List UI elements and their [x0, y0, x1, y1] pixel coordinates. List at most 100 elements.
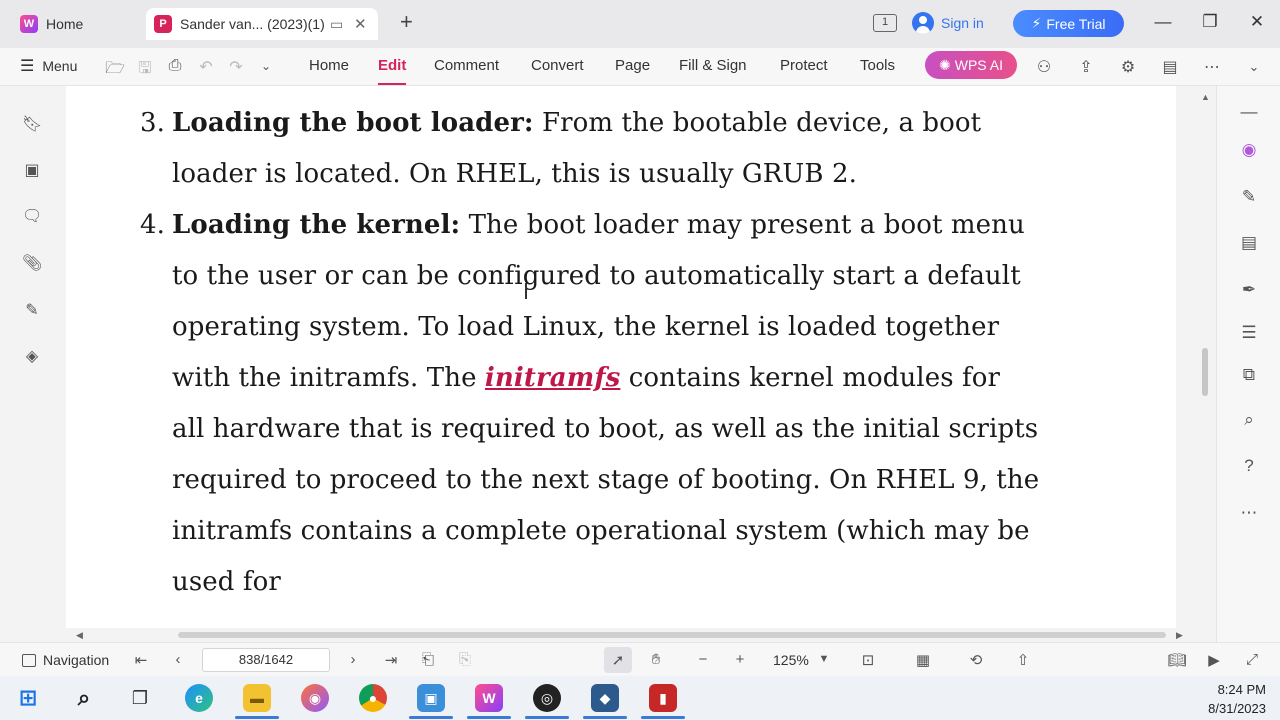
help-icon[interactable]: ?	[1238, 456, 1260, 478]
fullscreen-icon[interactable]: ⤢	[1241, 651, 1263, 668]
scroll-up-icon[interactable]: ▲	[1201, 92, 1210, 102]
new-tab-icon[interactable]: +	[400, 11, 413, 33]
document-text: 3. Loading the boot loader: From the boo…	[140, 98, 1040, 608]
free-trial-button[interactable]: ⚡ Free Trial	[1013, 10, 1124, 37]
tab-comment[interactable]: Comment	[434, 57, 499, 74]
undo-icon[interactable]: ↶	[196, 57, 216, 77]
first-page-icon[interactable]: ⇤	[130, 651, 152, 669]
putty-terminal-icon[interactable]: ▮	[649, 684, 677, 712]
tab-fill-sign[interactable]: Fill & Sign	[679, 57, 747, 74]
windows-start-icon[interactable]: ⊞	[14, 684, 42, 712]
pen-sign-icon[interactable]: ✒	[1238, 280, 1260, 302]
hand-tool-icon[interactable]: ✋︎	[645, 651, 667, 668]
document-viewport[interactable]: 3. Loading the boot loader: From the boo…	[66, 86, 1194, 628]
previous-page-icon[interactable]: ‹	[167, 651, 189, 668]
chevron-down-icon[interactable]: ⌄	[256, 59, 276, 73]
remote-desktop-icon[interactable]: ▣	[417, 684, 445, 712]
minimize-icon[interactable]: —	[1151, 12, 1175, 32]
zoom-in-icon[interactable]: +	[729, 651, 751, 668]
tab-home-label: Home	[46, 16, 84, 32]
account-share-icon[interactable]: ⚇	[1034, 57, 1054, 77]
comment-bubble-icon[interactable]: ▤	[1160, 57, 1180, 77]
tab-page[interactable]: Page	[615, 57, 650, 74]
play-icon[interactable]: ▶	[1203, 651, 1225, 669]
sign-in-button[interactable]: Sign in	[912, 12, 984, 34]
navigation-toggle[interactable]: Navigation	[22, 652, 109, 668]
user-avatar-icon	[912, 12, 934, 34]
edge-browser-icon[interactable]: e	[185, 684, 213, 712]
file-explorer-icon[interactable]: ▬	[243, 684, 271, 712]
tab-tools[interactable]: Tools	[860, 57, 895, 74]
tab-home-nav[interactable]: Home	[309, 57, 349, 74]
zoom-level[interactable]: 125%	[773, 652, 809, 668]
vertical-scroll-thumb[interactable]	[1202, 348, 1208, 396]
fit-page-icon[interactable]: ⊡	[857, 651, 879, 669]
tab-convert[interactable]: Convert	[531, 57, 584, 74]
form-icon[interactable]: ▤	[1238, 233, 1260, 255]
select-cursor-icon[interactable]: ➚	[607, 651, 629, 669]
comments-icon[interactable]: 🗨︎	[22, 206, 42, 226]
search-icon[interactable]: ⌕	[1238, 410, 1260, 432]
thumbnails-icon[interactable]: ▣	[22, 160, 42, 180]
firefox-icon[interactable]: ◉	[301, 684, 329, 712]
obs-studio-icon[interactable]: ◎	[533, 684, 561, 712]
crop-page-icon[interactable]: ⧉	[1238, 365, 1260, 387]
maximize-icon[interactable]: ❐	[1198, 12, 1222, 32]
tab-edit[interactable]: Edit	[378, 57, 407, 85]
text-format-icon[interactable]: ☰	[1238, 323, 1260, 345]
collapse-panel-icon[interactable]: —	[1238, 102, 1260, 124]
attachment-icon[interactable]: 📎︎	[22, 253, 42, 273]
go-forward-icon[interactable]: ⎘	[454, 651, 476, 668]
ai-eye-icon[interactable]: ◉	[1238, 140, 1260, 162]
initramfs-link[interactable]: initramfs	[485, 363, 620, 393]
vertical-scrollbar[interactable]: ▲	[1194, 86, 1216, 642]
bookmark-icon[interactable]: 🔖︎	[22, 114, 42, 134]
wps-office-icon[interactable]: W	[475, 684, 503, 712]
tab-document-label: Sander van... (2023)(1)	[180, 16, 325, 32]
chrome-icon[interactable]: ●	[359, 684, 387, 712]
settings-gear-icon[interactable]: ⚙	[1118, 57, 1138, 77]
print-icon[interactable]: ⎙	[165, 57, 185, 75]
layers-icon[interactable]: ◈	[22, 346, 42, 366]
page-count-icon[interactable]: 1	[873, 14, 897, 32]
task-view-icon[interactable]: ❐	[126, 684, 154, 712]
rotate-icon[interactable]: ⟲	[965, 651, 987, 669]
signature-icon[interactable]: ✎	[22, 300, 42, 320]
page-layout-icon[interactable]: ▦	[912, 651, 934, 669]
restore-tab-icon[interactable]: ▭	[330, 16, 343, 33]
tab-document[interactable]: P Sander van... (2023)(1) ▭ ✕	[146, 8, 378, 40]
share-icon[interactable]: ⇪	[1076, 57, 1096, 77]
tab-home[interactable]: W Home	[8, 8, 140, 40]
horizontal-scrollbar[interactable]: ◀ ▶	[66, 628, 1194, 642]
close-window-icon[interactable]: ✕	[1245, 12, 1269, 32]
ai-sparkle-icon: ✺	[939, 56, 951, 73]
menu-button[interactable]: ☰ Menu	[20, 56, 77, 76]
zoom-out-icon[interactable]: −	[692, 651, 714, 668]
open-folder-icon[interactable]: 🗁	[105, 57, 125, 84]
system-clock[interactable]: 8:24 PM 8/31/2023	[1208, 680, 1266, 718]
next-page-icon[interactable]: ›	[342, 651, 364, 668]
page-number-input[interactable]: 838/1642	[202, 648, 330, 672]
clock-date: 8/31/2023	[1208, 701, 1266, 716]
redo-icon[interactable]: ↷	[226, 57, 246, 77]
horizontal-scroll-thumb[interactable]	[178, 632, 1166, 638]
close-tab-icon[interactable]: ✕	[354, 15, 367, 33]
virtualbox-icon[interactable]: ◆	[591, 684, 619, 712]
read-mode-icon[interactable]: 📖︎	[1166, 651, 1188, 669]
save-icon[interactable]: 🖫	[135, 57, 155, 84]
more-tools-icon[interactable]: ⋯	[1238, 503, 1260, 525]
go-back-icon[interactable]: ⎗	[417, 651, 439, 668]
search-taskbar-icon[interactable]: ⌕	[70, 684, 98, 712]
obs-running-indicator	[525, 716, 569, 719]
edit-note-icon[interactable]: ✎	[1238, 187, 1260, 209]
scroll-left-icon[interactable]: ◀	[76, 630, 83, 641]
wps-ai-button[interactable]: ✺ WPS AI	[925, 51, 1017, 79]
tab-protect[interactable]: Protect	[780, 57, 828, 74]
zoom-chevron-down-icon[interactable]: ▼	[813, 653, 835, 665]
item-3-heading: Loading the boot loader:	[172, 108, 534, 138]
scroll-right-icon[interactable]: ▶	[1176, 630, 1183, 641]
last-page-icon[interactable]: ⇥	[380, 651, 402, 669]
collapse-ribbon-icon[interactable]: ⌄	[1244, 59, 1264, 75]
export-icon[interactable]: ⇧	[1012, 651, 1034, 669]
more-options-icon[interactable]: ⋯	[1202, 57, 1222, 77]
